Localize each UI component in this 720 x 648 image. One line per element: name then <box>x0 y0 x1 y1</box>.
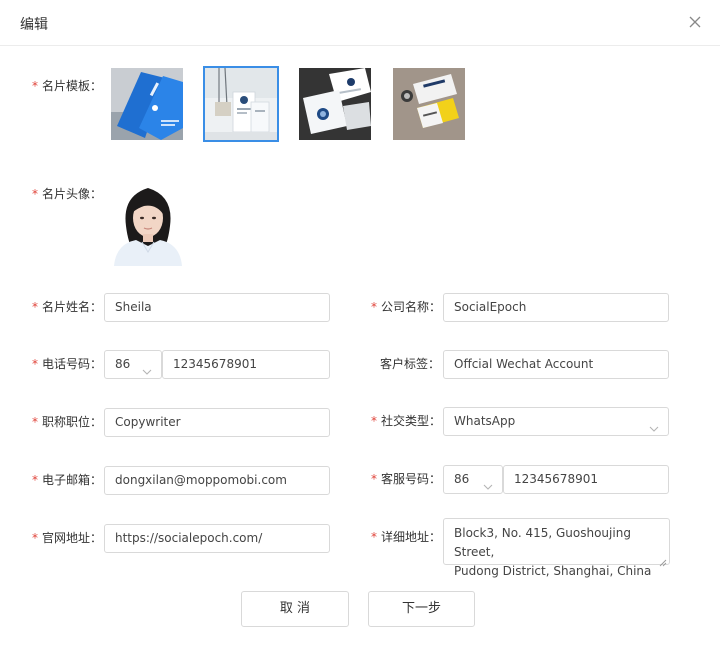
close-icon[interactable] <box>686 13 704 31</box>
job-title-input[interactable]: Copywriter <box>104 408 330 437</box>
template-label: * 名片模板： <box>32 79 103 93</box>
job-title-label: * 职称职位： <box>32 415 103 429</box>
address-textarea[interactable]: Block3, No. 415, Guoshoujing Street, Pud… <box>443 518 670 578</box>
address-label: * 详细地址： <box>371 530 442 544</box>
next-step-button[interactable]: 下一步 <box>368 591 475 627</box>
name-input[interactable]: Sheila <box>104 293 330 322</box>
customer-tag-label: 客户标签： <box>380 357 441 371</box>
chevron-down-icon <box>142 360 152 375</box>
social-type-select[interactable]: WhatsApp <box>443 407 669 436</box>
company-input[interactable]: SocialEpoch <box>443 293 669 322</box>
phone-code-value: 86 <box>115 357 131 371</box>
service-phone-label: * 客服号码： <box>371 472 442 486</box>
name-label: * 名片姓名： <box>32 300 103 314</box>
template-thumb-3[interactable] <box>299 68 371 140</box>
resize-handle-icon[interactable] <box>659 554 667 567</box>
avatar-label: * 名片头像： <box>32 187 103 201</box>
template-thumb-4[interactable] <box>393 68 465 140</box>
chevron-down-icon <box>483 475 493 490</box>
service-phone-input[interactable]: 12345678901 <box>503 465 669 494</box>
cancel-button[interactable]: 取 消 <box>241 591 349 627</box>
company-label: * 公司名称： <box>371 300 442 314</box>
phone-code-select[interactable]: 86 <box>104 350 162 379</box>
customer-tag-input[interactable]: Offcial Wechat Account <box>443 350 669 379</box>
address-line-2: Pudong District, Shanghai, China <box>454 564 652 578</box>
template-thumb-2[interactable] <box>203 66 279 142</box>
website-label: * 官网地址： <box>32 531 103 545</box>
edit-dialog: 编辑 * 名片模板： * 名片头像： * 名片姓名： Sheila * 公司名称… <box>0 0 720 648</box>
address-line-1: Block3, No. 415, Guoshoujing Street, <box>454 526 631 559</box>
chevron-down-icon <box>649 417 659 432</box>
service-code-select[interactable]: 86 <box>443 465 503 494</box>
website-input[interactable]: https://socialepoch.com/ <box>104 524 330 553</box>
avatar[interactable] <box>108 182 188 266</box>
dialog-title: 编辑 <box>20 17 48 33</box>
phone-input[interactable]: 12345678901 <box>162 350 330 379</box>
dialog-header: 编辑 <box>0 0 720 46</box>
service-code-value: 86 <box>454 472 470 486</box>
email-input[interactable]: dongxilan@moppomobi.com <box>104 466 330 495</box>
template-thumb-1[interactable] <box>111 68 183 140</box>
phone-label: * 电话号码： <box>32 357 103 371</box>
social-type-value: WhatsApp <box>454 414 516 428</box>
social-type-label: * 社交类型： <box>371 414 442 428</box>
email-label: * 电子邮箱： <box>32 473 103 487</box>
